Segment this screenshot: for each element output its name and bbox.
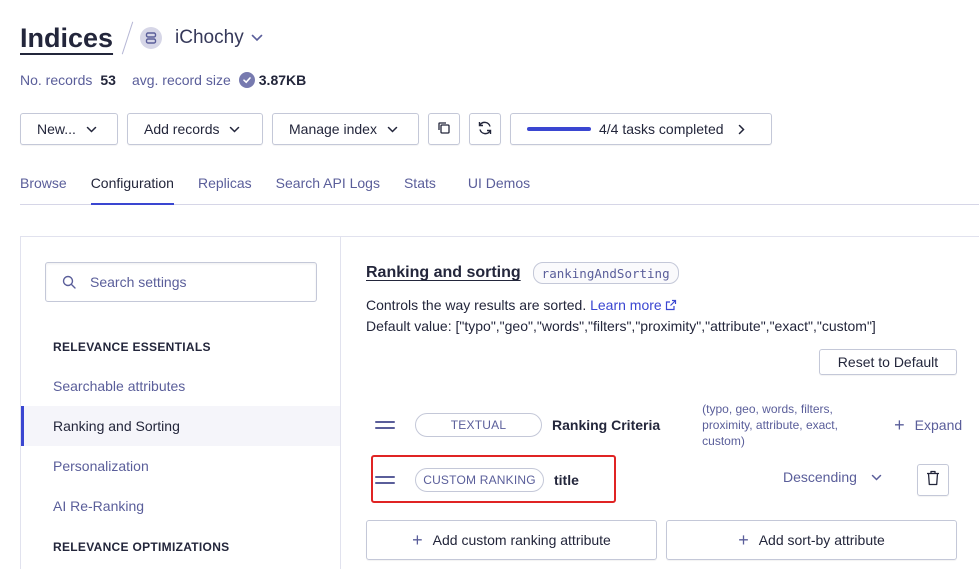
tasks-progress-bar xyxy=(527,127,591,131)
tab-configuration[interactable]: Configuration xyxy=(90,170,174,205)
size-label: avg. record size xyxy=(131,72,231,88)
section-description: Controls the way results are sorted. Lea… xyxy=(366,295,876,337)
plus-icon: + xyxy=(412,529,423,550)
section-header: Ranking and sorting rankingAndSorting xyxy=(366,262,679,284)
settings-content: Ranking and sorting rankingAndSorting Co… xyxy=(341,237,979,569)
delete-button[interactable] xyxy=(917,464,949,496)
add-custom-ranking-label: Add custom ranking attribute xyxy=(432,532,611,548)
highlight-box xyxy=(371,455,616,503)
title-row: Indices iChochy xyxy=(20,18,263,58)
plus-icon: + xyxy=(894,414,905,435)
plus-icon: + xyxy=(738,529,749,550)
chevron-down-icon xyxy=(871,474,882,481)
sort-order-value: Descending xyxy=(783,469,857,485)
tab-replicas[interactable]: Replicas xyxy=(198,170,252,205)
criteria-description: (typo, geo, words, filters, proximity, a… xyxy=(702,402,838,448)
search-settings-input[interactable]: Search settings xyxy=(45,262,317,302)
index-tabs: Browse Configuration Replicas Search API… xyxy=(20,170,979,205)
section-title: Ranking and sorting xyxy=(366,264,521,281)
add-custom-ranking-button[interactable]: + Add custom ranking attribute xyxy=(366,520,657,560)
new-button[interactable]: New... xyxy=(20,113,118,145)
sidebar-item-searchable-attributes[interactable]: Searchable attributes xyxy=(21,366,340,406)
configuration-panel: Search settings RELEVANCE ESSENTIALS Sea… xyxy=(20,236,979,569)
tasks-status-label: 4/4 tasks completed xyxy=(599,121,724,137)
copy-button[interactable] xyxy=(428,113,460,145)
add-records-button[interactable]: Add records xyxy=(127,113,263,145)
tab-ui-demos[interactable]: UI Demos xyxy=(468,170,530,205)
setting-code-badge: rankingAndSorting xyxy=(532,262,679,284)
database-icon xyxy=(140,27,163,49)
size-value: 3.87KB xyxy=(258,72,307,88)
external-link-icon xyxy=(665,299,676,311)
tab-stats[interactable]: Stats xyxy=(404,170,436,205)
tab-browse[interactable]: Browse xyxy=(20,170,67,205)
sidebar-item-ai-re-ranking[interactable]: AI Re-Ranking xyxy=(21,486,340,526)
expand-button[interactable]: + Expand xyxy=(894,415,962,436)
index-stats: No. records 53 avg. record size 3.87KB xyxy=(20,70,306,90)
settings-sidebar: Search settings RELEVANCE ESSENTIALS Sea… xyxy=(21,237,341,569)
add-sort-by-button[interactable]: + Add sort-by attribute xyxy=(666,520,957,560)
default-value-text: Default value: ["typo","geo","words","fi… xyxy=(366,318,876,334)
records-label: No. records xyxy=(20,72,93,88)
chevron-down-icon xyxy=(229,126,240,133)
learn-more-link[interactable]: Learn more xyxy=(590,297,677,313)
section-heading-essentials: RELEVANCE ESSENTIALS xyxy=(53,340,211,354)
chevron-down-icon xyxy=(86,126,97,133)
add-records-label: Add records xyxy=(144,121,220,137)
new-button-label: New... xyxy=(37,121,76,137)
section-heading-optimizations: RELEVANCE OPTIMIZATIONS xyxy=(53,540,230,554)
sort-order-select[interactable]: Descending xyxy=(783,469,882,485)
check-circle-icon xyxy=(238,72,255,88)
ranking-criteria-row: TEXTUAL Ranking Criteria (typo, geo, wor… xyxy=(366,401,966,449)
manage-index-button[interactable]: Manage index xyxy=(272,113,419,145)
chevron-down-icon xyxy=(387,126,398,133)
search-icon xyxy=(62,275,76,289)
breadcrumb-separator xyxy=(121,21,134,55)
expand-label: Expand xyxy=(914,417,963,433)
sidebar-item-personalization[interactable]: Personalization xyxy=(21,446,340,486)
manage-index-label: Manage index xyxy=(289,121,377,137)
refresh-button[interactable] xyxy=(469,113,501,145)
copy-icon xyxy=(437,121,451,138)
page-title[interactable]: Indices xyxy=(20,23,113,54)
records-value: 53 xyxy=(100,72,116,88)
criteria-type-pill: TEXTUAL xyxy=(415,413,542,437)
refresh-icon xyxy=(477,120,493,139)
chevron-right-icon xyxy=(738,124,745,135)
sidebar-item-ranking-and-sorting[interactable]: Ranking and Sorting xyxy=(21,406,340,446)
add-sort-by-label: Add sort-by attribute xyxy=(758,532,885,548)
chevron-down-icon[interactable] xyxy=(251,34,263,42)
tasks-status-button[interactable]: 4/4 tasks completed xyxy=(510,113,772,145)
toolbar: New... Add records Manage index 4/4 task… xyxy=(20,113,772,145)
criteria-name: Ranking Criteria xyxy=(552,417,661,433)
search-placeholder: Search settings xyxy=(90,274,187,290)
app-selector[interactable]: iChochy xyxy=(175,27,244,49)
reset-to-default-button[interactable]: Reset to Default xyxy=(819,349,957,375)
trash-icon xyxy=(926,470,940,491)
drag-handle-icon[interactable] xyxy=(375,421,395,429)
tab-search-api-logs[interactable]: Search API Logs xyxy=(276,170,380,205)
description-text: Controls the way results are sorted. xyxy=(366,297,587,313)
